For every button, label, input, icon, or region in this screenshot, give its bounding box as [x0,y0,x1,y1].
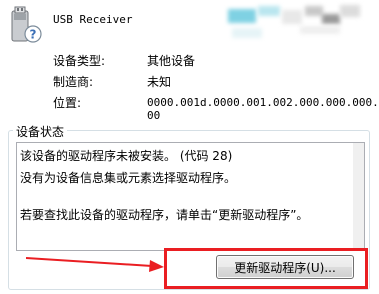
status-message-line1: 该设备的驱动程序未被安装。 (代码 28) [20,149,233,163]
device-type-label: 设备类型: [53,54,106,68]
location-value-line1: 0000.001d.0000.001.002.000.000.000.0 [147,96,379,109]
svg-text:?: ? [30,28,37,42]
status-message-line3: 若要查找此设备的驱动程序，请单击“更新驱动程序”。 [20,208,309,222]
manufacturer-value: 未知 [147,75,172,89]
usb-unknown-device-icon: ? [7,5,45,45]
device-name: USB Receiver [53,13,133,26]
status-message-line2: 没有为设备信息集或元素选择驱动程序。 [20,171,237,185]
manufacturer-label: 制造商: [53,75,94,89]
device-status-title: 设备状态 [13,123,68,140]
device-type-value: 其他设备 [147,54,196,68]
location-label: 位置: [53,96,82,110]
red-arrow-annotation [25,250,176,280]
update-driver-button[interactable]: 更新驱动程序(U)... [216,255,354,279]
location-value-line2: 00 [147,109,161,122]
status-scrollbar[interactable] [353,143,364,250]
